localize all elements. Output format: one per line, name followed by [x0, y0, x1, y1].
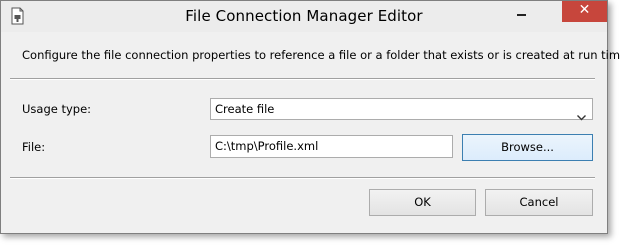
- dialog-window: File Connection Manager Editor ✕ Configu…: [0, 0, 620, 234]
- ok-button[interactable]: OK: [369, 189, 476, 216]
- close-button[interactable]: ✕: [562, 1, 607, 22]
- usage-type-label: Usage type:: [22, 102, 92, 116]
- browse-button[interactable]: Browse...: [462, 134, 593, 161]
- minimize-icon: [517, 14, 526, 16]
- cancel-button[interactable]: Cancel: [485, 189, 593, 216]
- usage-type-value: Create file: [215, 102, 275, 116]
- dialog-content: Configure the file connection properties…: [1, 32, 620, 233]
- file-label: File:: [22, 140, 46, 154]
- description-text: Configure the file connection properties…: [22, 48, 620, 62]
- close-icon: ✕: [578, 2, 591, 18]
- usage-type-select[interactable]: Create file: [210, 98, 593, 121]
- top-divider: [10, 78, 595, 80]
- title-bar[interactable]: File Connection Manager Editor ✕: [1, 1, 607, 32]
- file-path-input[interactable]: C:\tmp\Profile.xml: [210, 135, 453, 158]
- bottom-divider: [10, 177, 595, 179]
- chevron-down-icon: [577, 106, 586, 121]
- minimize-button[interactable]: [508, 1, 534, 21]
